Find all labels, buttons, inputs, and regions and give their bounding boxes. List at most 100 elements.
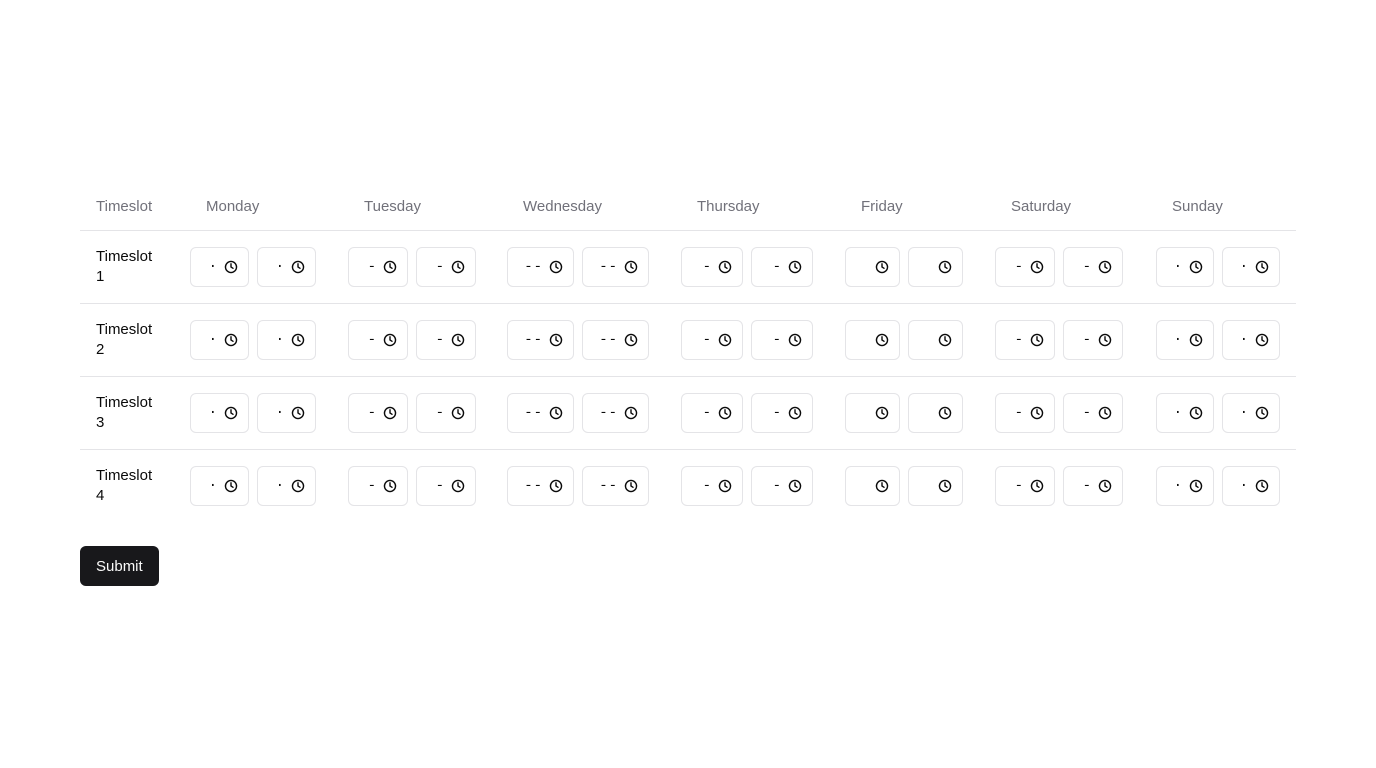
start-time-input[interactable]: - (348, 247, 408, 287)
end-time-input[interactable]: - (416, 466, 476, 506)
end-time-input[interactable]: - (416, 320, 476, 360)
clock-icon[interactable] (291, 333, 305, 347)
start-time-input[interactable]: -- (507, 247, 574, 287)
clock-icon[interactable] (383, 333, 397, 347)
start-time-input[interactable]: -- (507, 393, 574, 433)
clock-icon[interactable] (383, 406, 397, 420)
clock-icon[interactable] (1255, 333, 1269, 347)
clock-icon[interactable] (451, 406, 465, 420)
clock-icon[interactable] (291, 479, 305, 493)
submit-button[interactable]: Submit (80, 546, 159, 586)
start-time-input[interactable]: · (1156, 466, 1214, 506)
end-time-input[interactable]: - (751, 247, 813, 287)
start-time-input[interactable]: · (1156, 247, 1214, 287)
clock-icon[interactable] (1030, 406, 1044, 420)
clock-icon[interactable] (1098, 260, 1112, 274)
end-time-input[interactable]: · (257, 247, 316, 287)
clock-icon[interactable] (1255, 406, 1269, 420)
clock-icon[interactable] (451, 333, 465, 347)
start-time-input[interactable]: - (995, 393, 1055, 433)
clock-icon[interactable] (1189, 260, 1203, 274)
clock-icon[interactable] (451, 260, 465, 274)
clock-icon[interactable] (938, 479, 952, 493)
start-time-input[interactable]: - (995, 466, 1055, 506)
clock-icon[interactable] (383, 260, 397, 274)
end-time-input[interactable]: - (1063, 320, 1123, 360)
start-time-input[interactable]: · (1156, 393, 1214, 433)
start-time-input[interactable]: · (190, 466, 249, 506)
start-time-input[interactable]: - (681, 320, 743, 360)
clock-icon[interactable] (1098, 333, 1112, 347)
end-time-input[interactable] (908, 466, 963, 506)
clock-icon[interactable] (1255, 479, 1269, 493)
start-time-input[interactable]: - (348, 466, 408, 506)
clock-icon[interactable] (718, 260, 732, 274)
clock-icon[interactable] (1255, 260, 1269, 274)
start-time-input[interactable] (845, 466, 900, 506)
clock-icon[interactable] (1189, 333, 1203, 347)
clock-icon[interactable] (291, 260, 305, 274)
clock-icon[interactable] (788, 479, 802, 493)
clock-icon[interactable] (938, 260, 952, 274)
clock-icon[interactable] (383, 479, 397, 493)
clock-icon[interactable] (224, 406, 238, 420)
clock-icon[interactable] (718, 479, 732, 493)
start-time-input[interactable]: · (1156, 320, 1214, 360)
end-time-input[interactable] (908, 393, 963, 433)
start-time-input[interactable]: · (190, 393, 249, 433)
clock-icon[interactable] (549, 333, 563, 347)
clock-icon[interactable] (1030, 260, 1044, 274)
start-time-input[interactable]: - (348, 320, 408, 360)
end-time-input[interactable]: -- (582, 466, 649, 506)
end-time-input[interactable]: - (416, 247, 476, 287)
clock-icon[interactable] (875, 406, 889, 420)
end-time-input[interactable]: · (1222, 320, 1280, 360)
end-time-input[interactable]: - (751, 466, 813, 506)
start-time-input[interactable]: -- (507, 466, 574, 506)
clock-icon[interactable] (1189, 479, 1203, 493)
start-time-input[interactable]: · (190, 247, 249, 287)
start-time-input[interactable] (845, 247, 900, 287)
clock-icon[interactable] (549, 260, 563, 274)
end-time-input[interactable]: · (257, 320, 316, 360)
end-time-input[interactable]: - (751, 320, 813, 360)
end-time-input[interactable]: · (1222, 247, 1280, 287)
clock-icon[interactable] (788, 260, 802, 274)
clock-icon[interactable] (624, 479, 638, 493)
clock-icon[interactable] (1098, 479, 1112, 493)
start-time-input[interactable]: - (995, 247, 1055, 287)
end-time-input[interactable]: - (416, 393, 476, 433)
start-time-input[interactable]: - (681, 466, 743, 506)
clock-icon[interactable] (788, 333, 802, 347)
end-time-input[interactable]: -- (582, 320, 649, 360)
end-time-input[interactable]: -- (582, 247, 649, 287)
clock-icon[interactable] (451, 479, 465, 493)
end-time-input[interactable]: · (257, 466, 316, 506)
clock-icon[interactable] (1189, 406, 1203, 420)
end-time-input[interactable]: - (1063, 247, 1123, 287)
clock-icon[interactable] (224, 333, 238, 347)
start-time-input[interactable]: - (681, 247, 743, 287)
clock-icon[interactable] (624, 260, 638, 274)
clock-icon[interactable] (624, 406, 638, 420)
clock-icon[interactable] (549, 479, 563, 493)
clock-icon[interactable] (224, 260, 238, 274)
clock-icon[interactable] (224, 479, 238, 493)
clock-icon[interactable] (875, 260, 889, 274)
clock-icon[interactable] (624, 333, 638, 347)
end-time-input[interactable]: · (1222, 466, 1280, 506)
clock-icon[interactable] (1030, 333, 1044, 347)
clock-icon[interactable] (875, 479, 889, 493)
end-time-input[interactable] (908, 247, 963, 287)
clock-icon[interactable] (291, 406, 305, 420)
end-time-input[interactable]: -- (582, 393, 649, 433)
start-time-input[interactable]: - (681, 393, 743, 433)
start-time-input[interactable] (845, 320, 900, 360)
clock-icon[interactable] (938, 406, 952, 420)
end-time-input[interactable]: · (257, 393, 316, 433)
end-time-input[interactable]: - (1063, 466, 1123, 506)
start-time-input[interactable]: -- (507, 320, 574, 360)
clock-icon[interactable] (938, 333, 952, 347)
start-time-input[interactable]: · (190, 320, 249, 360)
clock-icon[interactable] (788, 406, 802, 420)
